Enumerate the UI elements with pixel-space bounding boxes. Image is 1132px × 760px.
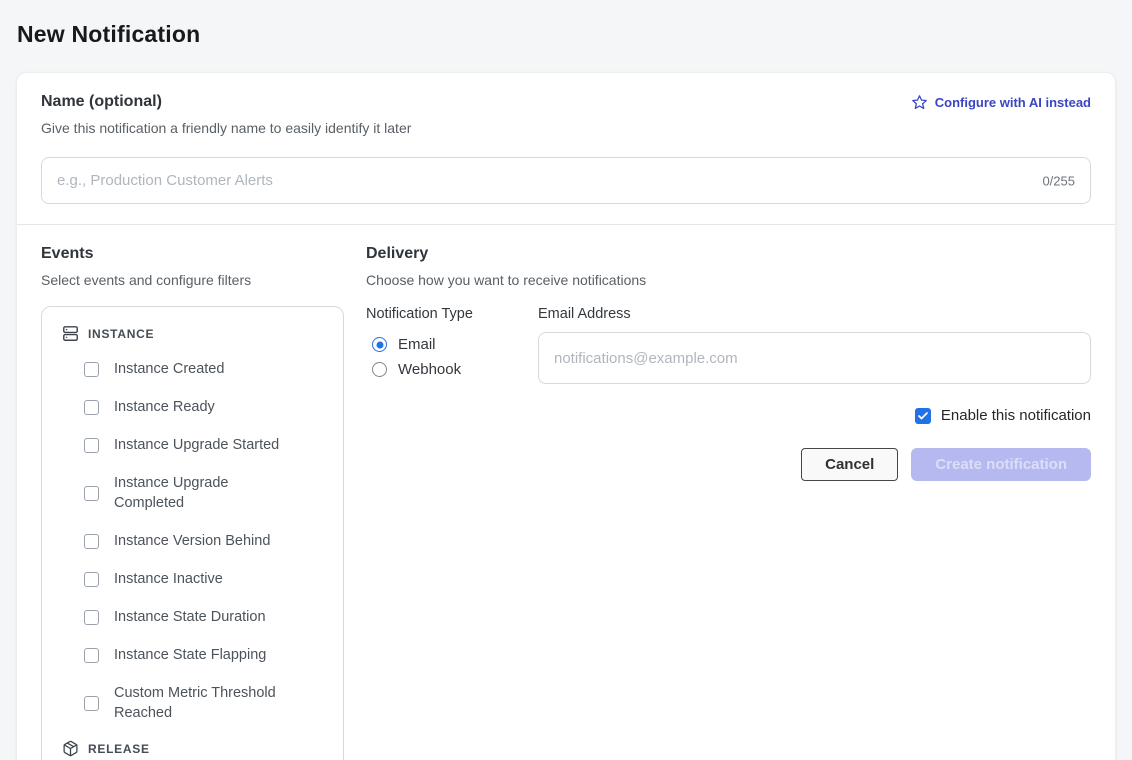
events-list: INSTANCE Instance Created Instance Ready…: [41, 306, 344, 760]
name-input[interactable]: [41, 157, 1091, 204]
event-item-instance-state-flapping[interactable]: Instance State Flapping: [84, 636, 327, 674]
delivery-description: Choose how you want to receive notificat…: [366, 272, 1091, 288]
name-section: Name (optional) Configure with AI instea…: [17, 73, 1115, 224]
star-icon: [911, 94, 928, 111]
event-group-release: RELEASE: [62, 732, 327, 760]
events-description: Select events and configure filters: [41, 272, 344, 288]
event-item-label: Instance Created: [114, 359, 224, 379]
checkbox-unchecked[interactable]: [84, 438, 99, 453]
enable-notification-toggle[interactable]: Enable this notification: [366, 407, 1091, 424]
event-item-instance-upgrade-completed[interactable]: Instance Upgrade Completed: [84, 464, 327, 522]
events-heading: Events: [41, 245, 344, 263]
page-title: New Notification: [17, 21, 1116, 48]
checkbox-unchecked[interactable]: [84, 648, 99, 663]
checkbox-unchecked[interactable]: [84, 486, 99, 501]
checkbox-unchecked[interactable]: [84, 572, 99, 587]
event-item-instance-state-duration[interactable]: Instance State Duration: [84, 598, 327, 636]
event-item-label: Instance Upgrade Started: [114, 435, 279, 455]
delivery-heading: Delivery: [366, 245, 1091, 263]
event-item-label: Instance State Duration: [114, 607, 266, 627]
event-item-instance-ready[interactable]: Instance Ready: [84, 388, 327, 426]
event-item-instance-version-behind[interactable]: Instance Version Behind: [84, 522, 327, 560]
event-group-label: RELEASE: [88, 742, 150, 756]
checkbox-unchecked[interactable]: [84, 696, 99, 711]
checkbox-unchecked[interactable]: [84, 362, 99, 377]
email-input[interactable]: [538, 332, 1091, 384]
event-item-label: Custom Metric Threshold Reached: [114, 683, 292, 723]
configure-with-ai-label: Configure with AI instead: [935, 95, 1091, 110]
name-section-description: Give this notification a friendly name t…: [41, 120, 1091, 136]
page: New Notification Name (optional) Configu…: [0, 0, 1132, 760]
name-input-wrapper: 0/255: [41, 157, 1091, 204]
char-counter: 0/255: [1042, 173, 1075, 188]
event-item-instance-created[interactable]: Instance Created: [84, 350, 327, 388]
event-item-label: Instance Ready: [114, 397, 215, 417]
checkbox-checked-icon[interactable]: [915, 408, 931, 424]
checkbox-unchecked[interactable]: [84, 534, 99, 549]
event-item-label: Instance Upgrade Completed: [114, 473, 292, 513]
radio-selected-icon[interactable]: [372, 337, 387, 352]
delivery-section: Delivery Choose how you want to receive …: [366, 245, 1091, 760]
event-item-label: Instance Inactive: [114, 569, 223, 589]
event-item-label: Instance State Flapping: [114, 645, 266, 665]
radio-option-email[interactable]: Email: [366, 332, 538, 357]
create-notification-button[interactable]: Create notification: [911, 448, 1091, 481]
event-item-instance-inactive[interactable]: Instance Inactive: [84, 560, 327, 598]
checkbox-unchecked[interactable]: [84, 400, 99, 415]
delivery-fields: Notification Type Email Webhook Email Ad…: [366, 306, 1091, 384]
radio-option-webhook[interactable]: Webhook: [366, 357, 538, 382]
package-icon: [62, 740, 79, 757]
event-group-label: INSTANCE: [88, 327, 154, 341]
event-item-instance-upgrade-started[interactable]: Instance Upgrade Started: [84, 426, 327, 464]
events-section: Events Select events and configure filte…: [41, 245, 344, 760]
email-address-label: Email Address: [538, 306, 1091, 322]
radio-option-label: Webhook: [398, 361, 461, 378]
new-notification-card: Name (optional) Configure with AI instea…: [16, 72, 1116, 760]
server-icon: [62, 325, 79, 342]
name-section-heading: Name (optional): [41, 93, 162, 111]
form-actions: Cancel Create notification: [366, 448, 1091, 481]
event-item-label: Instance Version Behind: [114, 531, 270, 551]
lower-columns: Events Select events and configure filte…: [17, 225, 1115, 760]
configure-with-ai-link[interactable]: Configure with AI instead: [911, 94, 1091, 111]
event-item-custom-metric-threshold[interactable]: Custom Metric Threshold Reached: [84, 674, 327, 732]
enable-notification-label: Enable this notification: [941, 407, 1091, 424]
email-field-group: Email Address: [538, 306, 1091, 384]
event-group-instance: INSTANCE: [62, 317, 327, 350]
notification-type-group: Notification Type Email Webhook: [366, 306, 538, 384]
radio-option-label: Email: [398, 336, 436, 353]
checkbox-unchecked[interactable]: [84, 610, 99, 625]
radio-unselected-icon[interactable]: [372, 362, 387, 377]
notification-type-label: Notification Type: [366, 306, 538, 322]
cancel-button[interactable]: Cancel: [801, 448, 898, 481]
